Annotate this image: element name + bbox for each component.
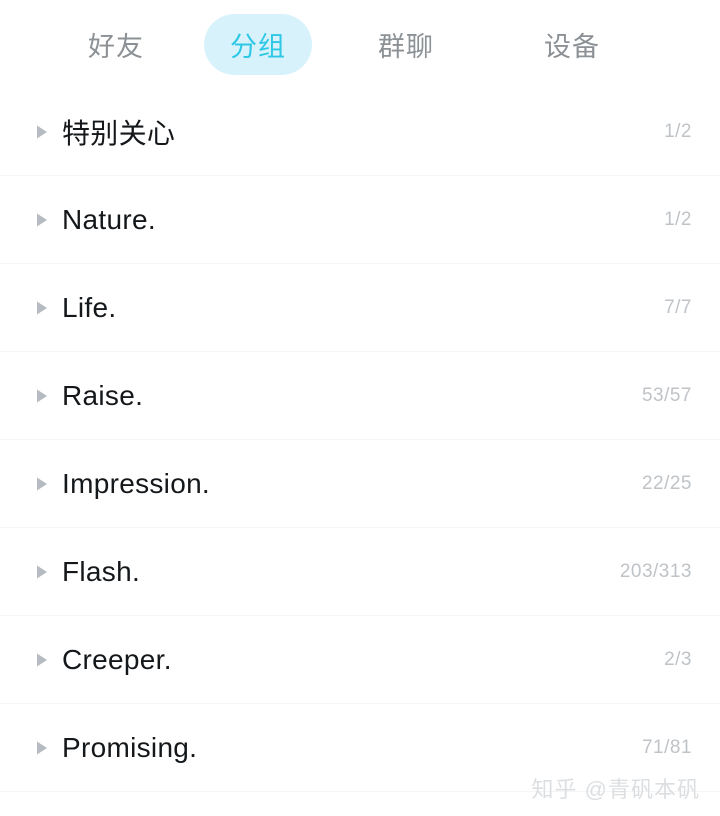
group-row[interactable]: Raise. 53/57 xyxy=(0,352,720,440)
tab-groupchats[interactable]: 群聊 xyxy=(352,14,460,75)
group-row[interactable]: 特别关心 1/2 xyxy=(0,88,720,176)
tab-friends[interactable]: 好友 xyxy=(62,14,170,75)
group-row[interactable]: Flash. 203/313 xyxy=(0,528,720,616)
group-row-count: 7/7 xyxy=(664,296,692,318)
group-row-count: 22/25 xyxy=(641,472,692,494)
triangle-right-icon[interactable] xyxy=(34,387,50,405)
group-row-label: Flash. xyxy=(62,555,141,587)
group-row[interactable]: Life. 7/7 xyxy=(0,264,720,352)
group-row[interactable]: Nature. 1/2 xyxy=(0,176,720,264)
tab-devices-label: 设备 xyxy=(544,31,600,62)
tab-groups-label: 分组 xyxy=(230,31,286,62)
group-row-count: 53/57 xyxy=(641,384,692,406)
group-row-count: 1/2 xyxy=(664,208,692,230)
group-row-label: 特别关心 xyxy=(62,117,176,149)
group-row-count: 203/313 xyxy=(619,560,692,582)
group-row[interactable]: Promising. 71/81 xyxy=(0,704,720,792)
group-row-label: Raise. xyxy=(62,379,144,411)
triangle-right-icon[interactable] xyxy=(34,123,50,141)
group-list: 特别关心 1/2 Nature. 1/2 Life. 7/7 Raise. 53/57 Impr… xyxy=(0,88,720,792)
group-row-label: Creeper. xyxy=(62,643,172,675)
group-row-count: 71/81 xyxy=(641,736,692,758)
group-row-label: Life. xyxy=(62,291,117,323)
triangle-right-icon[interactable] xyxy=(34,299,50,317)
triangle-right-icon[interactable] xyxy=(34,211,50,229)
group-row-count: 2/3 xyxy=(664,648,692,670)
group-row-label: Nature. xyxy=(62,203,156,235)
triangle-right-icon[interactable] xyxy=(34,475,50,493)
triangle-right-icon[interactable] xyxy=(34,563,50,581)
tab-devices[interactable]: 设备 xyxy=(518,14,626,75)
group-row-label: Impression. xyxy=(62,467,211,499)
triangle-right-icon[interactable] xyxy=(34,739,50,757)
tab-groupchats-label: 群聊 xyxy=(378,31,434,62)
group-row[interactable]: Creeper. 2/3 xyxy=(0,616,720,704)
group-row-count: 1/2 xyxy=(664,120,692,142)
group-row[interactable]: Impression. 22/25 xyxy=(0,440,720,528)
tab-bar: 好友 分组 群聊 设备 xyxy=(0,0,720,88)
tab-groups[interactable]: 分组 xyxy=(204,13,312,75)
group-row-label: Promising. xyxy=(62,731,198,763)
tab-friends-label: 好友 xyxy=(88,31,144,62)
triangle-right-icon[interactable] xyxy=(34,651,50,669)
